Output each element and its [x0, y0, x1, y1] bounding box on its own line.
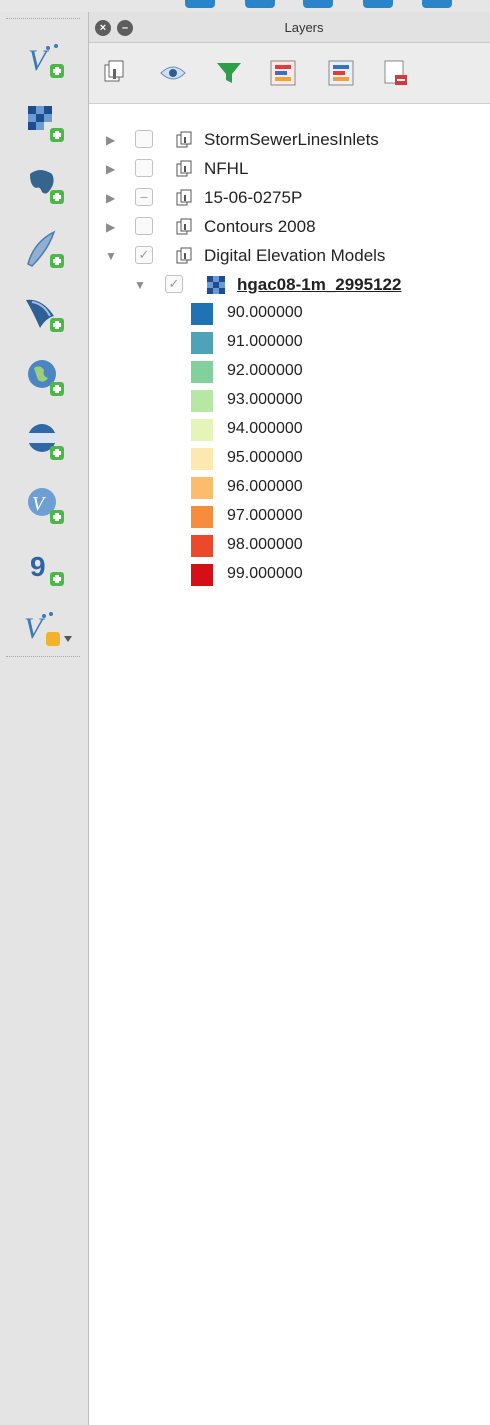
manage-visibility-icon[interactable]: [155, 55, 191, 91]
collapse-arrow-icon[interactable]: ▼: [105, 249, 117, 263]
toolbar-grip[interactable]: [6, 18, 80, 21]
svg-text:9: 9: [30, 551, 46, 582]
legend-swatch: [191, 303, 213, 325]
legend-entry: 98.000000: [189, 533, 489, 562]
layer-label: Contours 2008: [204, 217, 316, 236]
layer-visibility-checkbox[interactable]: [135, 159, 153, 177]
legend-swatch: [191, 477, 213, 499]
legend-value: 99.000000: [227, 565, 303, 582]
legend-value: 98.000000: [227, 536, 303, 553]
toolbar-button[interactable]: [363, 0, 393, 8]
layer-group-icon: [174, 187, 196, 209]
manage-layers-toolbar: V V 9 V: [0, 12, 89, 1425]
add-spatialite-layer-icon[interactable]: [20, 224, 76, 276]
add-delimited-text-layer-icon[interactable]: 9: [20, 542, 76, 594]
legend-entry: 95.000000: [189, 446, 489, 475]
legend-swatch: [191, 419, 213, 441]
legend-entry: 97.000000: [189, 504, 489, 533]
expand-arrow-icon[interactable]: ▶: [106, 133, 115, 147]
layers-panel-toolbar: [89, 43, 490, 104]
filter-legend-icon[interactable]: [211, 55, 247, 91]
legend-entry: 99.000000: [189, 562, 489, 591]
layer-visibility-checkbox-checked[interactable]: ✓: [165, 275, 183, 293]
layer-item[interactable]: ▶ Contours 2008: [89, 213, 490, 242]
legend-entry: 94.000000: [189, 417, 489, 446]
raster-layer-icon: [205, 274, 227, 296]
add-vector-layer-icon[interactable]: V: [20, 34, 76, 86]
panel-title: Layers: [284, 20, 324, 35]
legend-swatch: [191, 535, 213, 557]
layer-visibility-checkbox-partial[interactable]: –: [135, 188, 153, 206]
layer-label: StormSewerLinesInlets: [204, 130, 379, 149]
remove-layer-icon[interactable]: [377, 55, 413, 91]
toolbar-grip[interactable]: [6, 656, 80, 659]
raster-layer-item[interactable]: ▼ ✓ hgac08-1m_2995122: [89, 271, 490, 300]
legend-swatch: [191, 506, 213, 528]
legend-entry: 96.000000: [189, 475, 489, 504]
expand-arrow-icon[interactable]: ▶: [106, 162, 115, 176]
layer-visibility-checkbox-checked[interactable]: ✓: [135, 246, 153, 264]
legend-value: 91.000000: [227, 333, 303, 350]
layer-item[interactable]: ▶ – 15-06-0275P: [89, 184, 490, 213]
legend-value: 94.000000: [227, 420, 303, 437]
legend-value: 95.000000: [227, 449, 303, 466]
layer-visibility-checkbox[interactable]: [135, 130, 153, 148]
legend-swatch: [191, 361, 213, 383]
layers-panel: × – Layers ▶ StormSewerLinesInlets ▶ NFH…: [89, 12, 490, 1425]
add-mssql-layer-icon[interactable]: [20, 288, 76, 340]
legend-swatch: [191, 448, 213, 470]
new-shapefile-layer-icon[interactable]: V: [20, 602, 76, 654]
legend-swatch: [191, 390, 213, 412]
legend-value: 96.000000: [227, 478, 303, 495]
add-raster-layer-icon[interactable]: [20, 98, 76, 150]
layer-label: Digital Elevation Models: [204, 246, 386, 265]
layer-label: NFHL: [204, 159, 249, 178]
toolbar-button[interactable]: [245, 0, 275, 8]
legend-entry: 90.000000: [189, 301, 489, 330]
layer-group-icon: [174, 129, 196, 151]
toolbar-button[interactable]: [303, 0, 333, 8]
raster-layer-label: hgac08-1m_2995122: [237, 275, 402, 294]
legend-value: 92.000000: [227, 362, 303, 379]
legend-swatch: [191, 564, 213, 586]
toolbar-button[interactable]: [422, 0, 452, 8]
layer-item[interactable]: ▶ NFHL: [89, 155, 490, 184]
legend-value: 93.000000: [227, 391, 303, 408]
toolbar-button[interactable]: [185, 0, 215, 8]
add-group-icon[interactable]: [97, 55, 133, 91]
legend-entry: 92.000000: [189, 359, 489, 388]
expand-arrow-icon[interactable]: ▶: [106, 191, 115, 205]
panel-titlebar: × – Layers: [89, 12, 490, 43]
layer-group-icon: [174, 216, 196, 238]
legend-entry: 93.000000: [189, 388, 489, 417]
layer-item[interactable]: ▶ StormSewerLinesInlets: [89, 126, 490, 155]
add-postgis-layer-icon[interactable]: [20, 160, 76, 212]
legend-swatch: [191, 332, 213, 354]
layer-visibility-checkbox[interactable]: [135, 217, 153, 235]
layer-label: 15-06-0275P: [204, 188, 303, 207]
legend-entry: 91.000000: [189, 330, 489, 359]
expand-arrow-icon[interactable]: ▶: [106, 220, 115, 234]
expand-all-icon[interactable]: [265, 55, 301, 91]
legend-value: 90.000000: [227, 304, 303, 321]
collapse-arrow-icon[interactable]: ▼: [134, 278, 146, 292]
legend-value: 97.000000: [227, 507, 303, 524]
layer-group-icon: [174, 158, 196, 180]
layer-group-icon: [174, 245, 196, 267]
layer-item[interactable]: ▼ ✓ Digital Elevation Models: [89, 242, 490, 271]
collapse-all-icon[interactable]: [323, 55, 359, 91]
add-wfs-layer-icon[interactable]: V: [20, 480, 76, 532]
add-wcs-layer-icon[interactable]: [20, 416, 76, 468]
add-wms-layer-icon[interactable]: [20, 352, 76, 404]
